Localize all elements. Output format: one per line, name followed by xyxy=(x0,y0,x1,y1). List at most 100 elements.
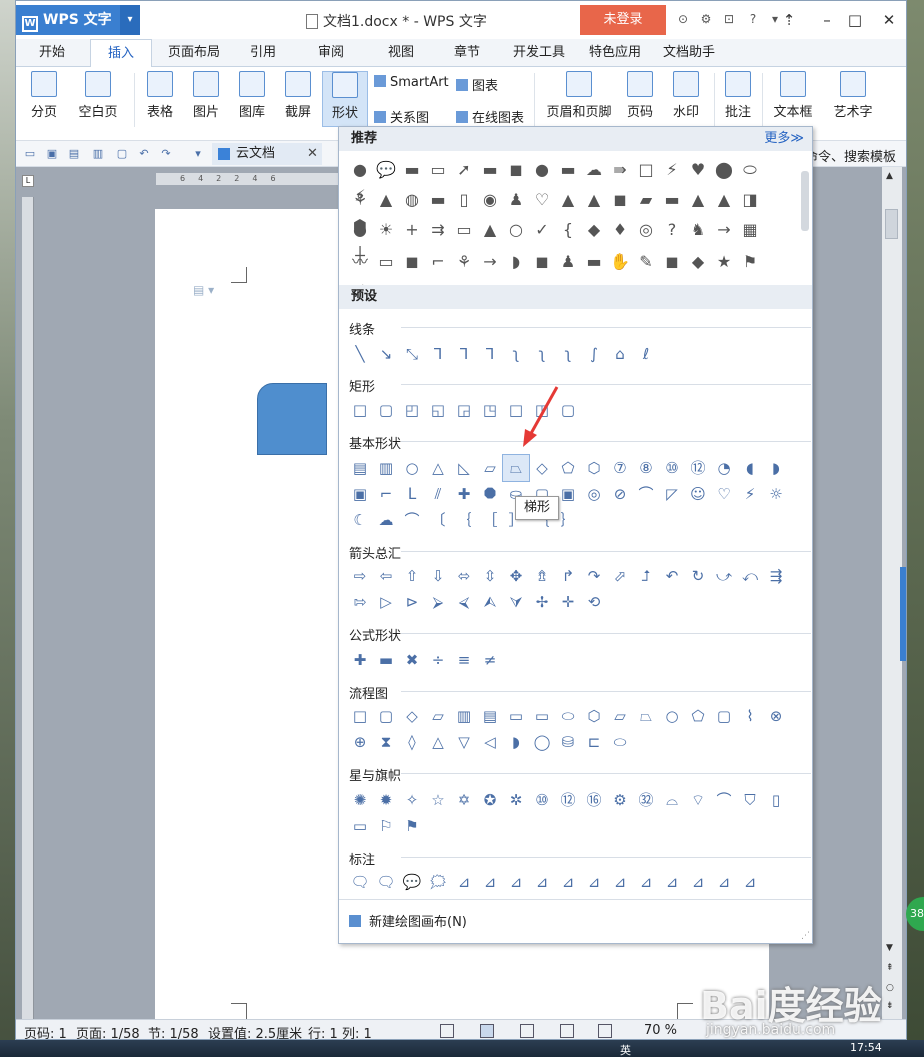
shape-item[interactable]: ☺ xyxy=(685,481,711,507)
scroll-thumb[interactable] xyxy=(885,209,898,239)
shape-item[interactable]: ◼ xyxy=(399,249,425,275)
shape-item[interactable]: ⑩ xyxy=(659,455,685,481)
shape-item[interactable]: ⮚ xyxy=(425,589,451,615)
shape-item[interactable]: ⑫ xyxy=(555,787,581,813)
settings-icon[interactable]: ⚙ xyxy=(699,12,713,26)
skin-icon[interactable]: ⊙ xyxy=(676,12,690,26)
shape-item[interactable]: ▬ xyxy=(425,187,451,213)
shape-item[interactable]: ◎ xyxy=(581,481,607,507)
shape-item[interactable]: ⊘ xyxy=(607,481,633,507)
outline-view-icon[interactable] xyxy=(520,1024,534,1038)
shape-item[interactable]: ◯ xyxy=(529,729,555,755)
shape-item[interactable]: ▬ xyxy=(399,157,425,183)
shape-item[interactable]: ▦ xyxy=(737,217,763,243)
shape-item[interactable]: ↻ xyxy=(685,563,711,589)
tab-review[interactable]: 审阅 xyxy=(306,39,356,67)
gallery-button[interactable]: 图库 xyxy=(232,71,272,127)
shape-item[interactable]: ⤡ xyxy=(399,341,425,367)
shape-item[interactable]: ⊿ xyxy=(555,869,581,895)
picture-button[interactable]: 图片 xyxy=(186,71,226,127)
textbox-button[interactable]: 文本框 xyxy=(768,71,818,127)
scroll-down-icon[interactable]: ▼ xyxy=(886,943,893,953)
shape-item[interactable]: ✪ xyxy=(477,787,503,813)
shape-item[interactable]: ⊏ xyxy=(581,729,607,755)
shape-item[interactable]: ⚙ xyxy=(607,787,633,813)
shape-item[interactable]: ▲ xyxy=(477,217,503,243)
prev-page-icon[interactable]: ⇞ xyxy=(886,963,894,973)
shape-item[interactable]: ◆ xyxy=(685,249,711,275)
resize-grip-icon[interactable]: ⋰ xyxy=(801,931,810,941)
shape-item[interactable]: ⌇ xyxy=(737,703,763,729)
tab-insert[interactable]: 插入 xyxy=(90,39,152,68)
shape-item[interactable]: ☀ xyxy=(373,217,399,243)
page-options-icon[interactable]: ▤ ▾ xyxy=(193,283,214,297)
shape-item[interactable]: □ xyxy=(633,157,659,183)
shape-item[interactable]: ⌔ xyxy=(685,787,711,813)
shape-item[interactable]: ⌒ xyxy=(399,507,425,533)
shape-item[interactable]: ◱ xyxy=(425,397,451,423)
select-browse-icon[interactable]: ○ xyxy=(886,983,894,993)
shape-item[interactable]: ◼ xyxy=(503,157,529,183)
tab-page-layout[interactable]: 页面布局 xyxy=(158,39,230,67)
shape-item[interactable]: ⑯ xyxy=(581,787,607,813)
shape-item[interactable]: ♟ xyxy=(503,187,529,213)
shape-item[interactable]: ● xyxy=(529,157,555,183)
shape-item[interactable]: ▭ xyxy=(373,249,399,275)
shape-item[interactable]: ◳ xyxy=(477,397,503,423)
shape-item[interactable]: △ xyxy=(425,455,451,481)
shape-item[interactable]: ⬭ xyxy=(607,729,633,755)
shape-item[interactable]: ⊿ xyxy=(529,869,555,895)
shape-item[interactable]: ⊿ xyxy=(451,869,477,895)
shape-item[interactable]: ≡ xyxy=(451,647,477,673)
shape-item[interactable]: ▭ xyxy=(451,217,477,243)
customize-dropdown-icon[interactable]: ▾ xyxy=(192,148,204,160)
shape-item[interactable]: ✲ xyxy=(503,787,529,813)
print-icon[interactable]: ▥ xyxy=(92,148,104,160)
shape-item[interactable]: ◍ xyxy=(399,187,425,213)
shape-item[interactable]: ◸ xyxy=(659,481,685,507)
watermark-button[interactable]: 水印 xyxy=(666,71,706,127)
shape-item[interactable]: ⑫ xyxy=(685,455,711,481)
shape-item[interactable]: ✋ xyxy=(607,249,633,275)
shape-item[interactable]: ⊿ xyxy=(737,869,763,895)
shape-item[interactable]: ✎ xyxy=(633,249,659,275)
shape-item[interactable]: ● xyxy=(347,157,373,183)
shape-item[interactable]: ⬠ xyxy=(685,703,711,729)
shape-item[interactable]: ÷ xyxy=(425,647,451,673)
login-button[interactable]: 未登录 xyxy=(580,5,666,35)
shape-item[interactable]: □ xyxy=(347,397,373,423)
shape-item[interactable]: ʅ xyxy=(503,341,529,367)
shape-item[interactable]: ◗ xyxy=(503,249,529,275)
shape-item[interactable]: ⛉ xyxy=(737,787,763,813)
shape-item[interactable]: ⊿ xyxy=(607,869,633,895)
table-button[interactable]: 表格 xyxy=(140,71,180,127)
shape-item[interactable]: ☆ xyxy=(425,787,451,813)
shape-item[interactable]: ◎ xyxy=(633,217,659,243)
online-chart-button[interactable]: 在线图表 xyxy=(456,107,524,126)
shape-item[interactable]: ⮙ xyxy=(477,589,503,615)
zoom-level[interactable]: 70 % xyxy=(644,1023,677,1038)
shape-item[interactable]: ▢ xyxy=(373,397,399,423)
fullscreen-view-icon[interactable] xyxy=(440,1024,454,1038)
shape-item[interactable]: ▭ xyxy=(425,157,451,183)
more-shapes-link[interactable]: 更多≫ xyxy=(764,127,804,151)
shape-item[interactable]: ☁ xyxy=(373,507,399,533)
shape-item[interactable]: ⇯ xyxy=(529,563,555,589)
shape-item[interactable]: ▰ xyxy=(633,187,659,213)
shape-item[interactable]: ㉜ xyxy=(633,787,659,813)
shape-item[interactable]: ⚡ xyxy=(659,157,685,183)
shape-button[interactable]: 形状 xyxy=(322,71,368,127)
save-icon[interactable]: ▣ xyxy=(46,148,58,160)
shape-item[interactable]: ⑦ xyxy=(607,455,633,481)
tab-features[interactable]: 特色应用 xyxy=(580,39,650,67)
new-drawing-canvas-button[interactable]: 新建绘图画布(N) xyxy=(349,911,467,930)
shape-item[interactable]: ✹ xyxy=(373,787,399,813)
shape-item[interactable]: ⊿ xyxy=(503,869,529,895)
horizontal-ruler[interactable]: 642246 xyxy=(156,173,338,185)
shape-item[interactable]: ʅ xyxy=(555,341,581,367)
shape-item[interactable]: ⑩ xyxy=(529,787,555,813)
vertical-scrollbar[interactable]: ▲ ▼ ⇞ ○ ⇟ xyxy=(882,167,902,1019)
shape-item[interactable]: ◼ xyxy=(659,249,685,275)
panel-scrollbar[interactable] xyxy=(801,171,809,231)
shape-item[interactable]: ▤ xyxy=(477,703,503,729)
